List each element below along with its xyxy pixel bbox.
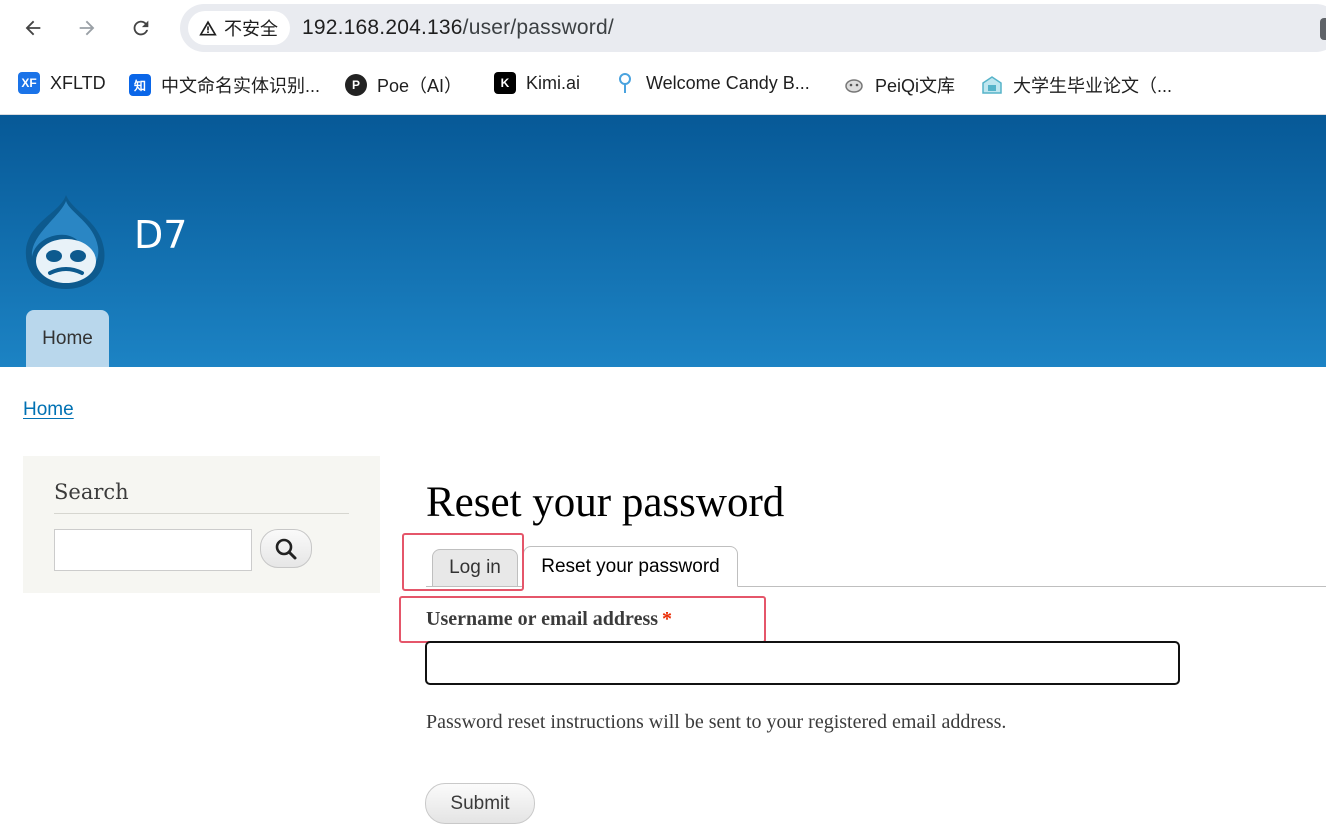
sidebar-search-block: Search <box>23 456 380 593</box>
site-header: D7 Home <box>0 115 1326 367</box>
highlight-box-login-tab <box>402 533 524 591</box>
url-text[interactable]: 192.168.204.136/user/password/ <box>302 16 614 40</box>
tab-reset-password[interactable]: Reset your password <box>523 546 738 587</box>
main-menu-home-tab[interactable]: Home <box>26 310 109 367</box>
forward-button[interactable] <box>71 12 103 44</box>
search-block-title: Search <box>54 480 129 504</box>
bookmark-label: Poe（AI） <box>377 76 463 96</box>
search-input[interactable] <box>54 529 252 571</box>
tabs-bar: Log in Reset your password <box>426 545 1326 587</box>
bookmark-zhihu[interactable]: 知 中文命名实体识别... <box>129 72 320 98</box>
bookmark-label: PeiQi文库 <box>875 76 956 96</box>
field-label-text: Username or email address <box>426 608 659 630</box>
thesis-icon <box>981 74 1003 96</box>
bookmark-label: XFLTD <box>50 72 106 93</box>
bookmark-thesis[interactable]: 大学生毕业论文（... <box>981 72 1172 98</box>
bookmark-kimi[interactable]: K Kimi.ai <box>494 72 580 94</box>
security-chip[interactable]: 不安全 <box>188 11 290 45</box>
kimi-icon: K <box>494 72 516 94</box>
security-label: 不安全 <box>224 19 278 39</box>
xfltd-icon: XF <box>18 72 40 94</box>
site-name[interactable]: D7 <box>134 213 187 257</box>
bookmark-peiqi[interactable]: PeiQi文库 <box>843 72 955 98</box>
drupal-logo-icon[interactable] <box>20 191 112 291</box>
back-button[interactable] <box>17 12 49 44</box>
divider <box>54 513 349 514</box>
bookmark-label: 大学生毕业论文（... <box>1013 76 1173 96</box>
search-icon <box>275 538 297 559</box>
reload-button[interactable] <box>125 12 157 44</box>
peiqi-icon <box>843 74 865 96</box>
browser-toolbar: 不安全 192.168.204.136/user/password/ G <box>0 0 1326 56</box>
username-or-email-input[interactable] <box>425 641 1180 685</box>
poe-icon: P <box>345 74 367 96</box>
url-host: 192.168.204.136 <box>302 16 463 39</box>
zhihu-icon: 知 <box>129 74 151 96</box>
address-bar[interactable]: 不安全 192.168.204.136/user/password/ G <box>180 4 1326 52</box>
page-title: Reset your password <box>426 479 785 526</box>
bookmark-label: Kimi.ai <box>526 72 581 93</box>
reload-icon <box>133 20 149 36</box>
breadcrumb-home-link[interactable]: Home <box>23 399 74 421</box>
bookmarks-bar: XF XFLTD 知 中文命名实体识别... P Poe（AI） K Kimi.… <box>0 56 1326 115</box>
required-marker: * <box>662 608 673 630</box>
candy-icon <box>614 72 636 94</box>
translate-icon[interactable]: G <box>1320 18 1326 40</box>
field-description: Password reset instructions will be sent… <box>426 711 1007 733</box>
arrow-left-icon <box>25 20 41 36</box>
arrow-right-icon <box>79 20 95 36</box>
bookmark-poe[interactable]: P Poe（AI） <box>345 72 462 98</box>
search-button[interactable] <box>260 529 312 568</box>
bookmark-label: Welcome Candy B... <box>646 72 810 93</box>
username-field-label: Username or email address * <box>426 608 672 631</box>
warning-icon <box>199 20 217 36</box>
bookmark-candy[interactable]: Welcome Candy B... <box>614 72 810 94</box>
bookmark-xfltd[interactable]: XF XFLTD <box>18 72 106 94</box>
url-path: /user/password/ <box>462 16 614 39</box>
submit-button[interactable]: Submit <box>425 783 535 824</box>
bookmark-label: 中文命名实体识别... <box>161 76 321 96</box>
